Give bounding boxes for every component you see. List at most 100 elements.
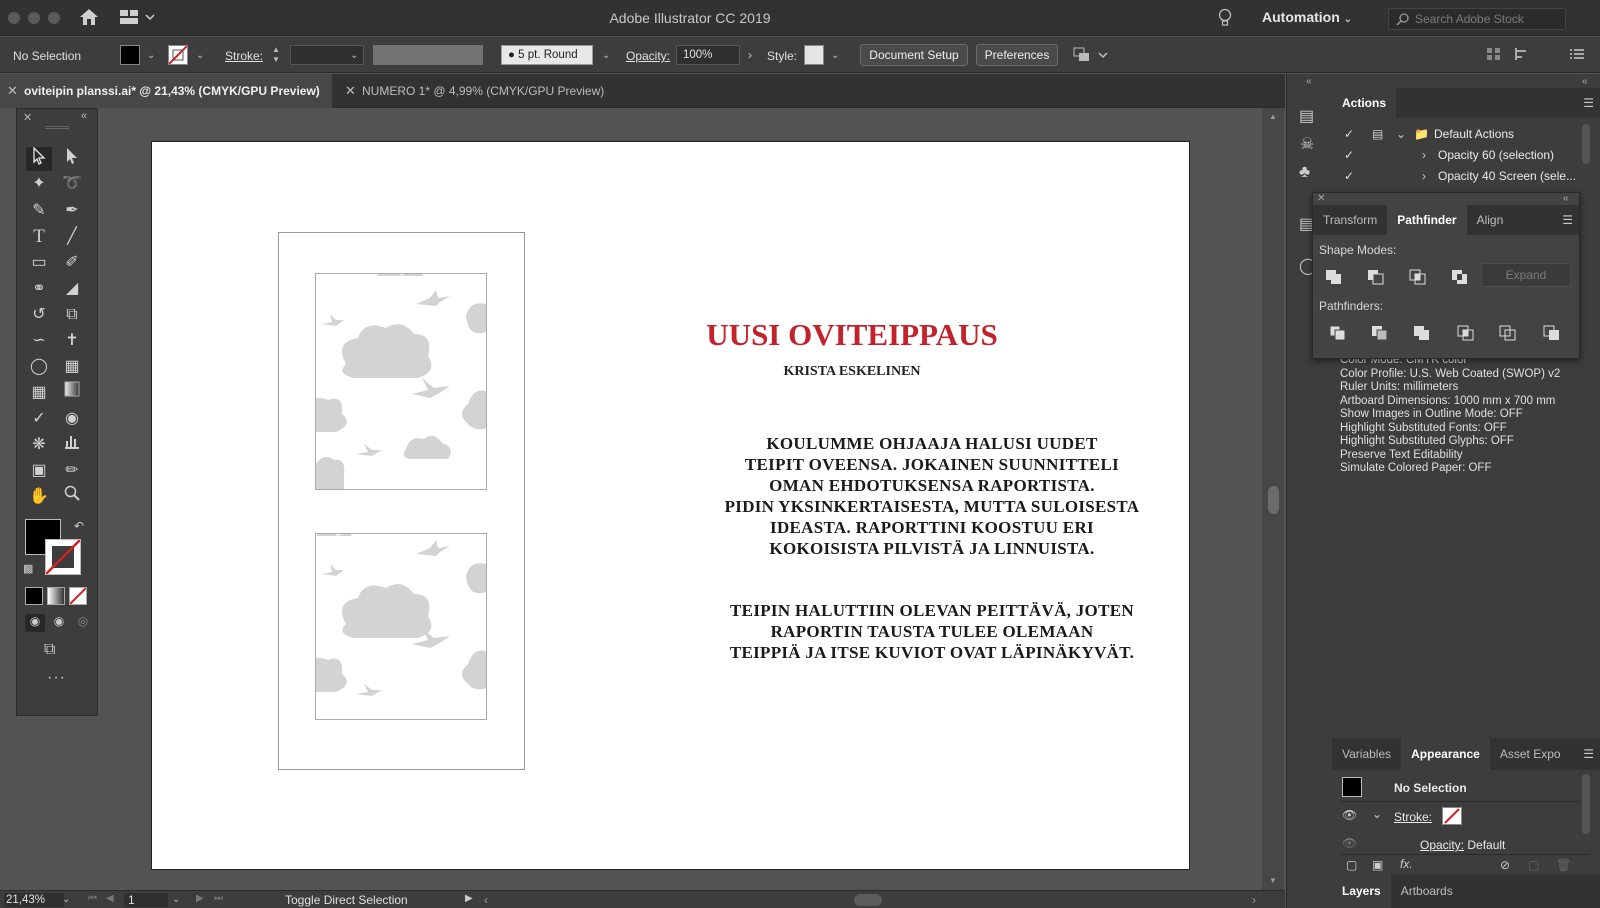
workspace-switcher[interactable]: Automation ⌄ — [1262, 9, 1352, 25]
graphic-style-swatch[interactable] — [804, 45, 824, 65]
symbols-icon[interactable]: ♣ — [1299, 162, 1310, 182]
chevron-down-icon[interactable]: ⌄ — [147, 50, 155, 61]
align-icon[interactable] — [1486, 47, 1502, 64]
chevron-up-icon[interactable]: ▲ — [1269, 112, 1277, 121]
width-tool-icon[interactable]: ∽ — [26, 329, 52, 353]
scroll-right-icon[interactable]: › — [1252, 893, 1256, 907]
blend-tool-icon[interactable]: ◉ — [59, 407, 85, 431]
trim-icon[interactable] — [1371, 325, 1391, 343]
draw-inside-icon[interactable]: ◎ — [73, 614, 93, 632]
tape-pattern-bottom[interactable] — [315, 533, 487, 720]
gradient-mode-icon[interactable] — [47, 587, 65, 605]
merge-icon[interactable] — [1413, 325, 1433, 343]
mesh-tool-icon[interactable]: ▦ — [26, 381, 52, 405]
swap-colors-icon[interactable]: ↶ — [74, 519, 84, 533]
list-item[interactable]: ✓ ▤ ⌄ 📁 Default Actions — [1340, 124, 1584, 145]
minus-front-icon[interactable] — [1367, 269, 1387, 287]
status-tool-hint[interactable]: Toggle Direct Selection — [285, 893, 408, 907]
collapse-icon[interactable]: « — [1306, 76, 1312, 87]
zoom-window-button[interactable] — [48, 12, 60, 24]
selection-tool-icon[interactable] — [26, 146, 52, 171]
tab-pathfinder[interactable]: Pathfinder — [1387, 205, 1467, 235]
scroll-thumb[interactable] — [1268, 486, 1279, 514]
status-menu-icon[interactable]: ▶ — [465, 893, 473, 904]
divide-icon[interactable] — [1329, 325, 1349, 343]
list-item[interactable]: ✓ › Opacity 40 Screen (sele... — [1340, 166, 1584, 187]
tab-asset-export[interactable]: Asset Expo — [1490, 738, 1571, 770]
panel-menu-icon[interactable]: ☰ — [1562, 205, 1573, 235]
artboard-number-input[interactable]: 1 — [124, 893, 168, 907]
shaper-tool-icon[interactable]: ⚭ — [26, 277, 52, 301]
stroke-label[interactable]: Stroke: — [225, 49, 263, 63]
scroll-left-icon[interactable]: ‹ — [484, 893, 488, 907]
check-icon[interactable]: ✓ — [1344, 166, 1354, 187]
document-setup-button[interactable]: Document Setup — [860, 44, 968, 66]
close-icon[interactable]: ✕ — [7, 74, 18, 108]
brush-definition-dropdown[interactable]: ● 5 pt. Round — [501, 45, 593, 65]
scale-tool-icon[interactable]: ⧉ — [59, 303, 85, 327]
opacity-input[interactable]: 100% — [676, 45, 740, 65]
close-window-button[interactable] — [8, 12, 20, 24]
appearance-stroke-label[interactable]: Stroke: — [1394, 810, 1432, 824]
paintbrush-tool-icon[interactable]: ✐ — [59, 251, 85, 275]
chevron-down-icon[interactable]: ⌄ — [831, 50, 839, 61]
menu-list-icon[interactable] — [1569, 47, 1585, 64]
gradient-tool-icon[interactable] — [59, 381, 85, 405]
visibility-eye-icon[interactable]: 👁 — [1342, 836, 1357, 850]
clear-appearance-icon[interactable]: ⊘ — [1500, 858, 1510, 872]
close-icon[interactable]: ✕ — [1317, 193, 1325, 204]
slice-tool-icon[interactable]: ✏ — [59, 459, 85, 483]
home-icon[interactable] — [79, 8, 99, 29]
tab-actions[interactable]: Actions — [1332, 88, 1397, 118]
chevron-down-icon[interactable]: ▼ — [1269, 876, 1277, 885]
perspective-grid-tool-icon[interactable]: ▦ — [59, 355, 85, 379]
check-icon[interactable]: ✓ — [1344, 145, 1354, 166]
horizontal-scroll-thumb[interactable] — [854, 894, 882, 906]
unite-icon[interactable] — [1325, 269, 1345, 287]
chevron-down-icon[interactable]: ⌄ — [172, 894, 180, 905]
intersect-icon[interactable] — [1409, 269, 1429, 287]
chevron-down-icon[interactable]: ⌄ — [196, 50, 204, 61]
rectangle-tool-icon[interactable]: ▭ — [26, 251, 52, 275]
author-name[interactable]: KRISTA ESKELINEN — [512, 364, 1192, 380]
tab-variables[interactable]: Variables — [1332, 738, 1401, 770]
arrange-documents-icon[interactable] — [1073, 47, 1109, 66]
line-tool-icon[interactable]: ╱ — [59, 225, 85, 249]
default-colors-icon[interactable]: ▩ — [23, 562, 33, 575]
tab-transform[interactable]: Transform — [1313, 205, 1387, 235]
exclude-icon[interactable] — [1451, 269, 1471, 287]
headline[interactable]: UUSI OVITEIPPAUS — [512, 317, 1192, 353]
shape-builder-tool-icon[interactable]: ◯ — [26, 355, 52, 379]
chevron-right-icon[interactable]: › — [748, 48, 752, 62]
brushes-icon[interactable]: ☠ — [1300, 134, 1314, 154]
tab-document-2[interactable]: ✕ NUMERO 1* @ 4,99% (CMYK/GPU Preview) — [338, 74, 622, 108]
paragraph-1[interactable]: KOULUMME OHJAAJA HALUSI UUDET TEIPIT OVE… — [632, 433, 1232, 559]
lightbulb-icon[interactable] — [1218, 8, 1232, 31]
visibility-eye-icon[interactable]: 👁 — [1342, 808, 1357, 822]
paragraph-2[interactable]: TEIPIN HALUTTIIN OLEVAN PEITTÄVÄ, JOTEN … — [632, 600, 1232, 663]
direct-selection-tool-icon[interactable] — [59, 147, 85, 171]
none-mode-icon[interactable] — [69, 587, 87, 605]
add-effect-icon[interactable]: fx. — [1400, 857, 1413, 871]
variable-width-profile[interactable] — [373, 45, 483, 65]
collapse-icon[interactable]: « — [1563, 193, 1569, 204]
stroke-swatch[interactable] — [168, 45, 188, 65]
draw-behind-icon[interactable]: ◉ — [49, 614, 69, 632]
rotate-tool-icon[interactable]: ↺ — [26, 303, 52, 327]
expand-button[interactable]: Expand — [1481, 263, 1571, 287]
workspace-layout-icon[interactable] — [120, 9, 156, 28]
draw-normal-icon[interactable]: ◉ — [25, 614, 45, 632]
tape-pattern-top[interactable] — [315, 273, 487, 490]
tab-align[interactable]: Align — [1467, 205, 1514, 235]
check-icon[interactable]: ✓ — [1344, 124, 1354, 145]
crop-icon[interactable] — [1457, 325, 1477, 343]
screen-mode-icon[interactable]: ⧉ — [44, 641, 55, 659]
appearance-scrollbar[interactable] — [1582, 774, 1590, 834]
appearance-opacity-row[interactable]: Opacity: Default — [1420, 838, 1505, 852]
stock-search-input[interactable]: Search Adobe Stock — [1388, 8, 1566, 30]
symbol-sprayer-tool-icon[interactable]: ❋ — [26, 433, 52, 457]
zoom-tool-icon[interactable] — [59, 485, 85, 509]
collapse-icon[interactable]: « — [81, 110, 87, 122]
transform-icon[interactable] — [1514, 47, 1532, 64]
tab-artboards[interactable]: Artboards — [1391, 874, 1463, 908]
